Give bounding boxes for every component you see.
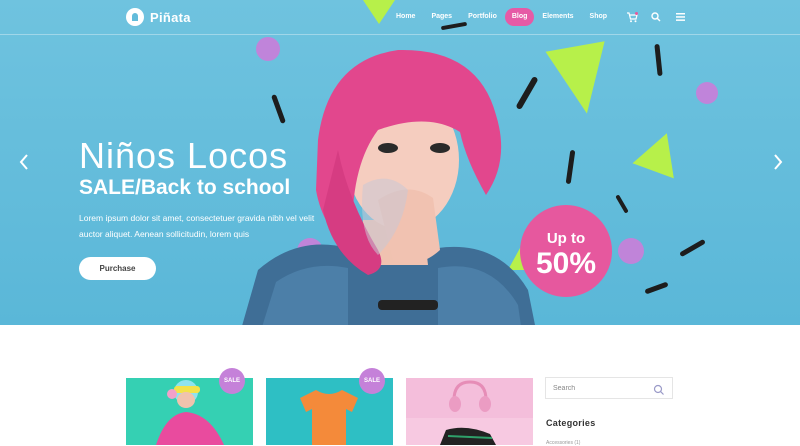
promo-percent-label: 50% <box>535 247 597 280</box>
search-icon <box>653 384 664 395</box>
lime-triangle <box>632 125 688 179</box>
hero-slider: Niños Locos SALE/Back to school Lorem ip… <box>0 0 800 325</box>
sale-badge: SALE <box>359 368 385 394</box>
cart-button[interactable] <box>625 10 639 24</box>
cart-icon <box>627 11 639 22</box>
menu-button[interactable] <box>673 10 687 24</box>
black-stroke <box>654 43 663 77</box>
search-submit-button[interactable] <box>653 383 665 395</box>
nav-item-home[interactable]: Home <box>388 8 423 26</box>
search-input[interactable] <box>553 379 653 397</box>
black-stroke <box>615 194 629 214</box>
product-image <box>406 378 533 445</box>
category-link[interactable]: Accessories (1) <box>546 440 580 446</box>
site-logo[interactable]: Piñata <box>126 8 191 26</box>
nav-item-shop[interactable]: Shop <box>582 8 616 26</box>
promo-badge: Up to 50% <box>520 205 612 297</box>
hero-subtitle: SALE/Back to school <box>79 176 291 199</box>
search-button[interactable] <box>649 10 663 24</box>
hero-title: Niños Locos <box>79 135 289 176</box>
categories-heading: Categories <box>546 418 596 428</box>
black-stroke <box>679 238 706 258</box>
slider-prev-arrow[interactable] <box>16 152 32 172</box>
hero-description: Lorem ipsum dolor sit amet, consectetuer… <box>79 213 315 239</box>
purple-dot <box>696 82 718 104</box>
chevron-left-icon <box>19 154 28 170</box>
product-card[interactable] <box>406 378 533 445</box>
logo-text: Piñata <box>150 9 191 25</box>
purchase-button[interactable]: Purchase <box>79 257 156 280</box>
main-navigation: Home Pages Portfolio Blog Elements Shop <box>388 8 687 26</box>
purple-dot <box>618 238 644 264</box>
slider-next-arrow[interactable] <box>770 152 786 172</box>
black-stroke <box>565 149 576 185</box>
nav-item-blog[interactable]: Blog <box>504 8 535 26</box>
sidebar-search-box <box>545 377 673 399</box>
black-stroke <box>644 281 669 295</box>
logo-icon <box>126 8 144 26</box>
sale-badge: SALE <box>219 368 245 394</box>
nav-item-pages[interactable]: Pages <box>423 8 460 26</box>
search-icon <box>651 12 661 22</box>
promo-up-to-label: Up to <box>546 230 586 247</box>
chevron-right-icon <box>774 154 783 170</box>
nav-item-elements[interactable]: Elements <box>534 8 581 26</box>
nav-item-portfolio[interactable]: Portfolio <box>460 8 505 26</box>
menu-icon <box>675 13 685 21</box>
